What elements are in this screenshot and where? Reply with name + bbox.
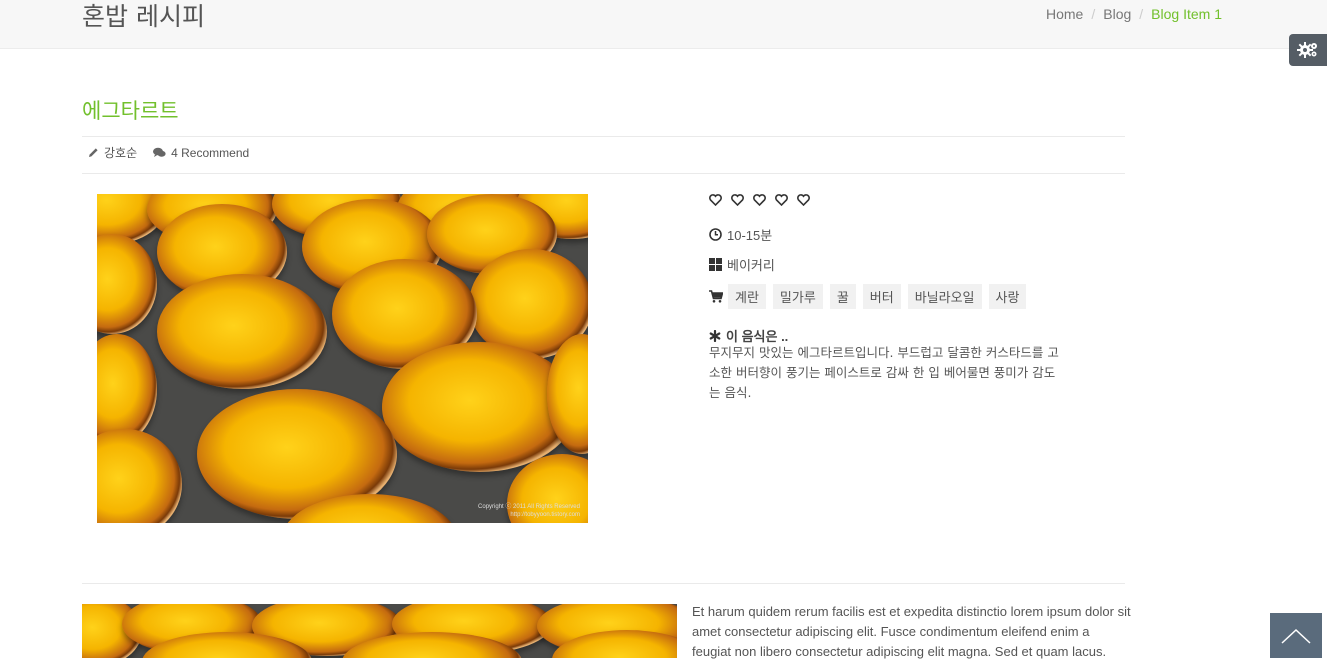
second-post-excerpt: Et harum quidem rerum facilis est et exp… bbox=[692, 602, 1142, 662]
photo-watermark: Copyright ⓒ 2011 All Rights Reserved htt… bbox=[478, 504, 580, 518]
excerpt-line: amet consectetur adipiscing elit. Fusce … bbox=[692, 624, 1090, 639]
asterisk-icon bbox=[709, 329, 721, 342]
divider bbox=[82, 583, 1125, 584]
breadcrumb-separator: / bbox=[1139, 6, 1144, 22]
excerpt-line: Et harum quidem rerum facilis est et exp… bbox=[692, 604, 1131, 619]
breadcrumb-blog[interactable]: Blog bbox=[1103, 6, 1131, 22]
description-line: 소한 버터향이 풍기는 페이스트로 감싸 한 입 베어물면 풍미가 감도 bbox=[709, 365, 1056, 380]
description-text: 무지무지 맛있는 에그타르트입니다. 부드럽고 달콤한 커스타드를 고 소한 버… bbox=[709, 343, 1104, 403]
ingredient-tag[interactable]: 사랑 bbox=[988, 284, 1027, 309]
heart-outline-icon[interactable] bbox=[753, 194, 766, 206]
cook-time-value: 10-15분 bbox=[727, 228, 773, 243]
excerpt-line: feugiat non libero consectetur adipiscin… bbox=[692, 644, 1107, 659]
ingredient-tag[interactable]: 버터 bbox=[862, 284, 901, 309]
ingredient-list: 계란 밀가루 꿀 버터 바닐라오일 사랑 bbox=[709, 284, 1033, 309]
post-meta: 강호순 4 Recommend bbox=[88, 144, 265, 161]
post-title[interactable]: 에그타르트 bbox=[82, 95, 179, 125]
cook-time: 10-15분 bbox=[709, 225, 772, 244]
breadcrumb: Home / Blog / Blog Item 1 bbox=[1046, 6, 1222, 22]
grid-icon bbox=[709, 258, 722, 271]
breadcrumb-home[interactable]: Home bbox=[1046, 6, 1083, 22]
second-post-photo[interactable] bbox=[82, 604, 677, 658]
breadcrumb-separator: / bbox=[1091, 6, 1096, 22]
site-brand[interactable]: 혼밥 레시피 bbox=[82, 0, 205, 33]
scroll-top-button[interactable] bbox=[1270, 613, 1322, 658]
description-line: 는 음식. bbox=[709, 385, 752, 400]
ingredient-tag[interactable]: 바닐라오일 bbox=[907, 284, 982, 309]
gears-icon bbox=[1297, 42, 1317, 58]
clock-icon bbox=[709, 228, 722, 241]
description-line: 무지무지 맛있는 에그타르트입니다. 부드럽고 달콤한 커스타드를 고 bbox=[709, 345, 1059, 360]
category-value[interactable]: 베이커리 bbox=[727, 255, 775, 274]
category: 베이커리 bbox=[709, 255, 775, 274]
comments-icon bbox=[153, 147, 166, 157]
heart-outline-icon[interactable] bbox=[797, 194, 810, 206]
breadcrumb-current: Blog Item 1 bbox=[1151, 6, 1222, 22]
post-author[interactable]: 강호순 bbox=[88, 144, 137, 161]
style-switcher-toggle[interactable] bbox=[1289, 34, 1327, 66]
recommend-count: 4 Recommend bbox=[171, 145, 250, 160]
ingredient-tag[interactable]: 계란 bbox=[728, 284, 766, 309]
pencil-icon bbox=[89, 148, 98, 157]
heart-outline-icon[interactable] bbox=[709, 194, 722, 206]
ingredient-tag[interactable]: 꿀 bbox=[829, 284, 856, 309]
rating-hearts[interactable] bbox=[709, 194, 815, 206]
author-name: 강호순 bbox=[104, 146, 138, 160]
chevron-up-icon bbox=[1281, 628, 1311, 644]
heart-outline-icon[interactable] bbox=[775, 194, 788, 206]
heart-outline-icon[interactable] bbox=[731, 194, 744, 206]
post-photo: Copyright ⓒ 2011 All Rights Reserved htt… bbox=[97, 194, 588, 523]
top-navbar: 혼밥 레시피 Home / Blog / Blog Item 1 bbox=[0, 0, 1327, 49]
divider bbox=[82, 136, 1125, 137]
cart-icon bbox=[709, 290, 723, 303]
divider bbox=[82, 173, 1125, 174]
post-recommend[interactable]: 4 Recommend bbox=[153, 146, 249, 160]
ingredient-tag[interactable]: 밀가루 bbox=[772, 284, 823, 309]
